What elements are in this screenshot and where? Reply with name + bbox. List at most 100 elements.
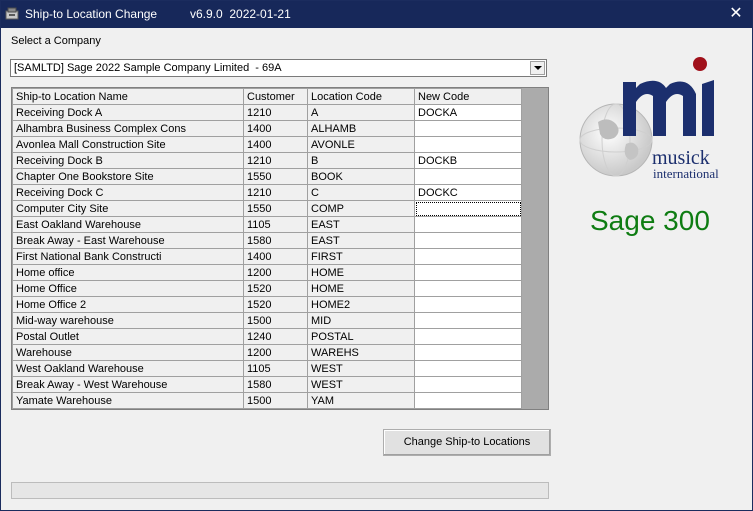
cell-customer: 1400: [243, 136, 308, 153]
cell-location-code: FIRST: [307, 248, 415, 265]
cell-name: Avonlea Mall Construction Site: [12, 136, 244, 153]
cell-name: Home office: [12, 264, 244, 281]
cell-new-code[interactable]: [414, 360, 522, 377]
table-row[interactable]: West Oakland Warehouse 1105 WEST: [12, 360, 522, 377]
cell-name: Home Office: [12, 280, 244, 297]
cell-location-code: COMP: [307, 200, 415, 217]
cell-customer: 1580: [243, 376, 308, 393]
table-row[interactable]: Mid-way warehouse 1500 MID: [12, 312, 522, 329]
cell-customer: 1550: [243, 200, 308, 217]
cell-location-code: HOME2: [307, 296, 415, 313]
cell-location-code: MID: [307, 312, 415, 329]
cell-location-code: HOME: [307, 264, 415, 281]
cell-name: Break Away - East Warehouse: [12, 232, 244, 249]
cell-name: Mid-way warehouse: [12, 312, 244, 329]
column-header-name[interactable]: Ship-to Location Name: [12, 88, 244, 105]
table-row[interactable]: Home Office 2 1520 HOME2: [12, 296, 522, 313]
table-row[interactable]: Yamate Warehouse 1500 YAM: [12, 392, 522, 409]
table-row[interactable]: Receiving Dock C 1210 C DOCKC: [12, 184, 522, 201]
cell-new-code[interactable]: DOCKB: [414, 152, 522, 169]
column-header-location-code[interactable]: Location Code: [307, 88, 415, 105]
cell-new-code[interactable]: [414, 312, 522, 329]
table-row[interactable]: Alhambra Business Complex Cons 1400 ALHAMB: [12, 120, 522, 137]
cell-new-code[interactable]: [414, 280, 522, 297]
table-row[interactable]: Computer City Site 1550 COMP: [12, 200, 522, 217]
cell-name: East Oakland Warehouse: [12, 216, 244, 233]
cell-name: Receiving Dock C: [12, 184, 244, 201]
table-row[interactable]: Warehouse 1200 WAREHS: [12, 344, 522, 361]
cell-new-code[interactable]: [414, 392, 522, 409]
cell-location-code: ALHAMB: [307, 120, 415, 137]
cell-customer: 1400: [243, 248, 308, 265]
ship-to-grid[interactable]: Ship-to Location Name Customer Location …: [11, 87, 549, 410]
company-select-value: [SAMLTD] Sage 2022 Sample Company Limite…: [14, 62, 282, 74]
table-row[interactable]: Home office 1200 HOME: [12, 264, 522, 281]
table-row[interactable]: Receiving Dock B 1210 B DOCKB: [12, 152, 522, 169]
cell-new-code[interactable]: [414, 264, 522, 281]
cell-new-code[interactable]: [414, 200, 522, 217]
table-row[interactable]: First National Bank Constructi 1400 FIRST: [12, 248, 522, 265]
table-row[interactable]: Postal Outlet 1240 POSTAL: [12, 328, 522, 345]
ship-to-table: Ship-to Location Name Customer Location …: [12, 88, 522, 409]
cell-new-code[interactable]: [414, 168, 522, 185]
cell-location-code: POSTAL: [307, 328, 415, 345]
cell-location-code: C: [307, 184, 415, 201]
cell-new-code[interactable]: [414, 232, 522, 249]
cell-location-code: EAST: [307, 216, 415, 233]
product-label: Sage 300: [590, 205, 710, 236]
cell-name: Warehouse: [12, 344, 244, 361]
cell-location-code: WEST: [307, 360, 415, 377]
cell-name: Yamate Warehouse: [12, 392, 244, 409]
cell-customer: 1520: [243, 280, 308, 297]
table-header-row: Ship-to Location Name Customer Location …: [12, 88, 522, 105]
cell-customer: 1500: [243, 312, 308, 329]
cell-customer: 1210: [243, 184, 308, 201]
cell-new-code[interactable]: DOCKA: [414, 104, 522, 121]
cell-location-code: AVONLE: [307, 136, 415, 153]
cell-new-code[interactable]: [414, 376, 522, 393]
cell-customer: 1520: [243, 296, 308, 313]
column-header-new-code[interactable]: New Code: [414, 88, 522, 105]
table-row[interactable]: Avonlea Mall Construction Site 1400 AVONLE: [12, 136, 522, 153]
table-row[interactable]: Chapter One Bookstore Site 1550 BOOK: [12, 168, 522, 185]
cell-new-code[interactable]: [414, 120, 522, 137]
cell-new-code[interactable]: [414, 328, 522, 345]
table-row[interactable]: East Oakland Warehouse 1105 EAST: [12, 216, 522, 233]
company-select[interactable]: [SAMLTD] Sage 2022 Sample Company Limite…: [10, 59, 547, 77]
table-row[interactable]: Break Away - West Warehouse 1580 WEST: [12, 376, 522, 393]
cell-name: West Oakland Warehouse: [12, 360, 244, 377]
table-row[interactable]: Break Away - East Warehouse 1580 EAST: [12, 232, 522, 249]
title-bar: Ship-to Location Change v6.9.0 2022-01-2…: [0, 0, 753, 28]
company-label: Select a Company: [11, 35, 101, 47]
cell-location-code: A: [307, 104, 415, 121]
cell-new-code[interactable]: [414, 248, 522, 265]
cell-name: Receiving Dock B: [12, 152, 244, 169]
table-row[interactable]: Receiving Dock A 1210 A DOCKA: [12, 104, 522, 121]
progress-bar: [11, 482, 549, 499]
close-icon[interactable]: ✕: [719, 0, 753, 28]
cell-new-code[interactable]: [414, 296, 522, 313]
change-ship-to-button[interactable]: Change Ship-to Locations: [383, 429, 551, 456]
column-header-customer[interactable]: Customer: [243, 88, 308, 105]
cell-new-code[interactable]: [414, 136, 522, 153]
cell-location-code: YAM: [307, 392, 415, 409]
cell-name: Home Office 2: [12, 296, 244, 313]
cell-customer: 1200: [243, 264, 308, 281]
musick-international-logo: musick international: [579, 57, 719, 181]
cell-new-code[interactable]: [414, 216, 522, 233]
cell-new-code[interactable]: DOCKC: [414, 184, 522, 201]
cell-new-code[interactable]: [414, 344, 522, 361]
window-title: Ship-to Location Change: [25, 7, 158, 21]
cell-customer: 1210: [243, 104, 308, 121]
table-row[interactable]: Home Office 1520 HOME: [12, 280, 522, 297]
cell-customer: 1200: [243, 344, 308, 361]
cell-name: Alhambra Business Complex Cons: [12, 120, 244, 137]
app-icon: [5, 7, 19, 20]
chevron-down-icon[interactable]: [530, 61, 545, 75]
cell-location-code: WEST: [307, 376, 415, 393]
version-label: v6.9.0 2022-01-21: [190, 7, 291, 21]
cell-location-code: WAREHS: [307, 344, 415, 361]
cell-customer: 1400: [243, 120, 308, 137]
cell-customer: 1580: [243, 232, 308, 249]
cell-customer: 1210: [243, 152, 308, 169]
